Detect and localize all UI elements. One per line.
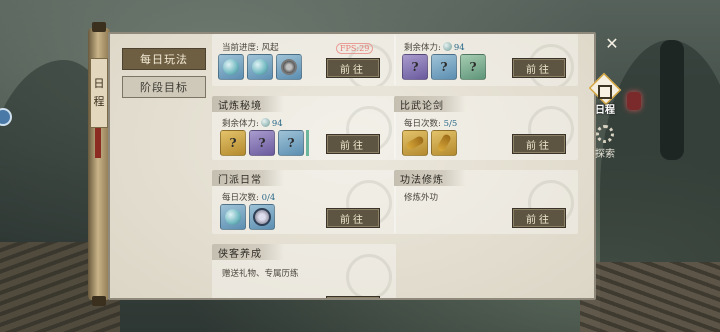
card-title: 侠客养成: [212, 244, 284, 260]
reward-jade-orb-icon[interactable]: [220, 204, 246, 230]
reward-icons: [218, 54, 302, 80]
tower-pole: [660, 40, 684, 160]
stamina-value: 94: [271, 119, 283, 129]
reward-icons: ? ? ?: [220, 130, 304, 156]
scroll-label: 日 程: [90, 58, 108, 128]
side-tab-label: 日程: [595, 105, 615, 116]
card-watermark: [346, 254, 392, 298]
daily-count-label: 每日次数:: [404, 119, 441, 129]
reward-jade-orb-icon[interactable]: [218, 54, 244, 80]
go-button[interactable]: 前往: [512, 58, 566, 78]
stamina-potion-icon: [442, 42, 452, 51]
scroll-tassel: [95, 128, 101, 158]
reward-green-orb-icon[interactable]: [247, 54, 273, 80]
card-stamina-rewards: 剩余体力: 94 ? ? ? 前往: [394, 34, 578, 86]
scroll-label-char: 程: [93, 95, 105, 108]
go-button-partial[interactable]: [326, 296, 380, 298]
close-icon[interactable]: ✕: [604, 36, 620, 52]
card-title: 比武论剑: [394, 96, 466, 112]
explore-icon: [596, 125, 614, 143]
skill-info: 修炼外功: [404, 193, 439, 203]
stamina-label: 剩余体力:: [404, 43, 441, 53]
unknown-reward-icon[interactable]: ?: [431, 54, 457, 80]
reward-icons: [402, 130, 457, 156]
scroll-indicator: [306, 130, 309, 156]
gold-sword-icon[interactable]: [431, 130, 457, 156]
go-button[interactable]: 前往: [512, 208, 566, 228]
card-story-progress: 当前进度: 风起 前往: [212, 34, 396, 86]
daily-count-info: 每日次数: 5/5: [404, 117, 457, 129]
tab-stage-goals[interactable]: 阶段目标: [122, 76, 206, 98]
scroll-cap-top: [92, 22, 106, 32]
stamina-label: 剩余体力:: [222, 119, 259, 129]
tab-daily-activities[interactable]: 每日玩法: [122, 48, 206, 70]
card-sect-daily: 门派日常 每日次数: 0/4 前往: [212, 170, 396, 234]
card-title: 门派日常: [212, 170, 284, 186]
card-title: 试炼秘境: [212, 96, 284, 112]
go-button[interactable]: 前往: [326, 208, 380, 228]
stamina-info: 剩余体力: 94: [404, 41, 465, 53]
schedule-panel: 每日玩法 阶段目标 当前进度: 风起 前往 FPS:29 剩余体力: 94 ? ?…: [108, 32, 596, 300]
stamina-potion-icon: [260, 118, 270, 127]
unknown-reward-icon[interactable]: ?: [220, 130, 246, 156]
go-button[interactable]: 前往: [326, 58, 380, 78]
gold-blade-icon[interactable]: [402, 130, 428, 156]
stamina-value: 94: [453, 43, 465, 53]
card-skill-training: 功法修炼 修炼外功 前往: [394, 170, 578, 234]
reward-coin-icon[interactable]: [276, 54, 302, 80]
unknown-reward-icon[interactable]: ?: [460, 54, 486, 80]
reward-icons: ? ? ?: [402, 54, 486, 80]
reward-rune-coin-icon[interactable]: [249, 204, 275, 230]
scroll-cap-bottom: [92, 296, 106, 306]
scroll-book-icon: [598, 85, 612, 99]
side-tab-explore[interactable]: 探索: [586, 120, 624, 160]
daily-count-value: 5/5: [443, 119, 458, 129]
reward-icons: [220, 204, 275, 230]
go-button[interactable]: 前往: [512, 134, 566, 154]
daily-count-value: 0/4: [261, 193, 276, 203]
go-button[interactable]: 前往: [326, 134, 380, 154]
progress-info: 当前进度: 风起: [222, 43, 279, 53]
lantern-icon: [627, 92, 641, 110]
card-martial-duel: 比武论剑 每日次数: 5/5 前往: [394, 96, 578, 160]
daily-count-info: 每日次数: 0/4: [222, 191, 275, 203]
unknown-reward-icon[interactable]: ?: [278, 130, 304, 156]
scroll-label-char: 日: [93, 77, 105, 91]
stamina-info: 剩余体力: 94: [222, 117, 283, 129]
side-tab-schedule[interactable]: 日程: [586, 72, 624, 116]
card-hero-training: 侠客养成 赠送礼物、专属历练: [212, 244, 396, 298]
hero-info: 赠送礼物、专属历练: [222, 269, 299, 279]
side-tab-label: 探索: [595, 149, 615, 160]
unknown-reward-icon[interactable]: ?: [249, 130, 275, 156]
roof-right: [580, 262, 720, 332]
card-trial-realm: 试炼秘境 剩余体力: 94 ? ? ? 前往: [212, 96, 396, 160]
card-title: 功法修炼: [394, 170, 466, 186]
unknown-reward-icon[interactable]: ?: [402, 54, 428, 80]
daily-count-label: 每日次数:: [222, 193, 259, 203]
fps-badge: FPS:29: [336, 43, 374, 54]
